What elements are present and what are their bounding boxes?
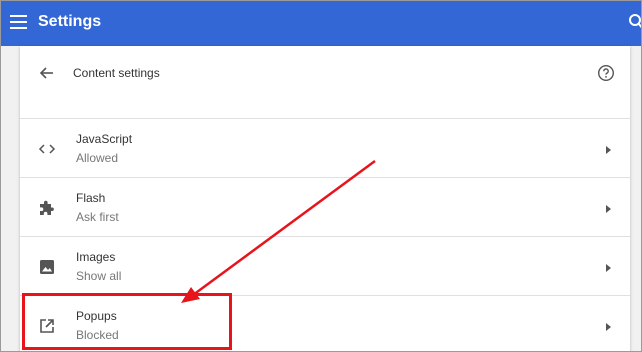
image-icon — [40, 260, 54, 274]
row-title: Popups — [76, 309, 117, 323]
row-status: Blocked — [76, 328, 119, 342]
back-arrow-icon[interactable] — [38, 64, 56, 82]
search-icon[interactable] — [628, 13, 642, 31]
row-title: Images — [76, 250, 116, 264]
hamburger-menu-icon[interactable] — [10, 15, 27, 29]
puzzle-piece-icon — [40, 200, 54, 215]
settings-row-images[interactable]: Images Show all — [20, 238, 630, 296]
settings-row-flash[interactable]: Flash Ask first — [20, 179, 630, 237]
content-settings-card: Content settings JavaScript Allowed Flas… — [20, 46, 630, 351]
browser-frame: Settings Content settings JavaScript All… — [0, 0, 642, 352]
row-status: Allowed — [76, 151, 119, 165]
settings-row-popups[interactable]: Popups Blocked — [20, 297, 630, 351]
settings-row-javascript[interactable]: JavaScript Allowed — [20, 120, 630, 178]
chevron-right-icon — [606, 146, 611, 154]
code-brackets-icon — [38, 144, 56, 154]
content-settings-header: Content settings — [20, 46, 630, 119]
page-title: Content settings — [73, 66, 160, 80]
row-status: Ask first — [76, 210, 119, 224]
help-circle-icon[interactable] — [597, 64, 615, 82]
settings-toolbar: Settings — [1, 1, 642, 46]
chevron-right-icon — [606, 264, 611, 272]
row-title: JavaScript — [76, 132, 133, 146]
chevron-right-icon — [606, 323, 611, 331]
open-in-new-icon — [40, 319, 54, 333]
row-status: Show all — [76, 269, 122, 283]
row-title: Flash — [76, 191, 106, 205]
chevron-right-icon — [606, 205, 611, 213]
app-title: Settings — [38, 13, 102, 30]
